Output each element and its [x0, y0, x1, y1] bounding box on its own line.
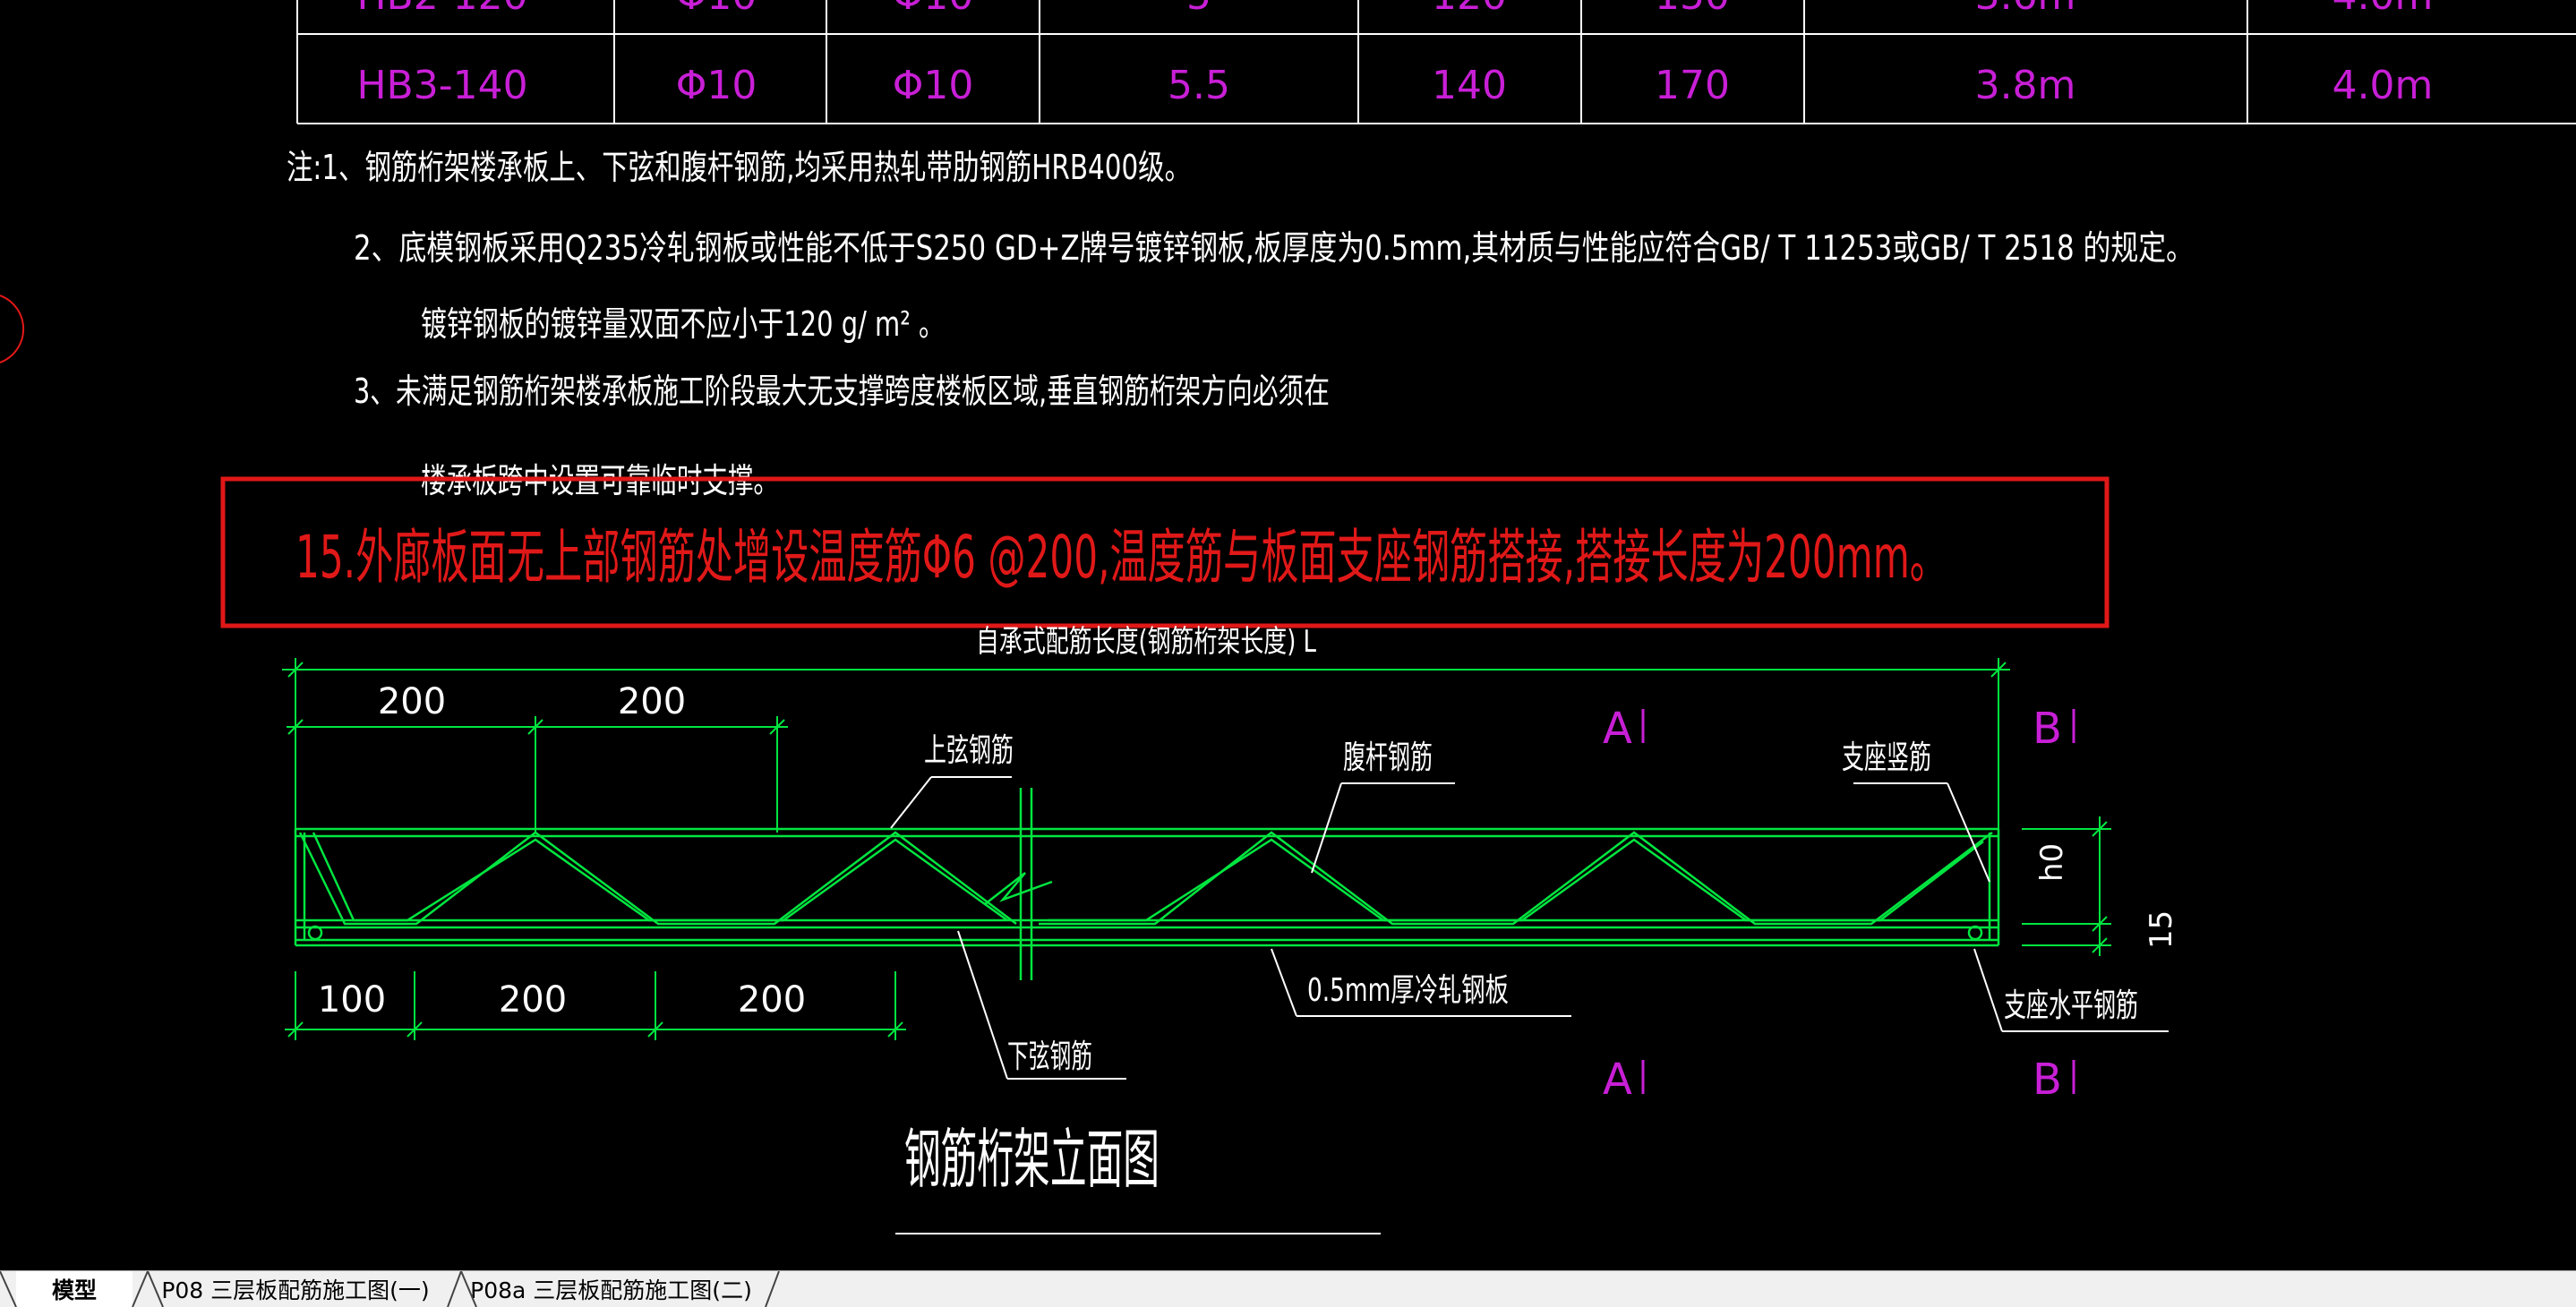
- table-cell: 4.0m: [2332, 63, 2434, 108]
- tab-p08-label: P08 三层板配筋施工图(一): [161, 1277, 430, 1303]
- tab-p08[interactable]: P08 三层板配筋施工图(一): [143, 1271, 448, 1307]
- section-marker-b-bottom: B: [2033, 1055, 2062, 1105]
- section-marker-a-top: A: [1603, 704, 1632, 754]
- section-marker-b-top: B: [2033, 704, 2062, 754]
- label-bottom-chord: 下弦钢筋: [1007, 1038, 1092, 1075]
- label-top-chord: 上弦钢筋: [924, 732, 1014, 769]
- table-cell: Φ10: [676, 0, 757, 19]
- note-1: 注:1、钢筋桁架楼承板上、下弦和腹杆钢筋,均采用热轧带肋钢筋HRB400级。: [287, 148, 1191, 187]
- drawing-title: 钢筋桁架立面图: [904, 1122, 1160, 1197]
- table-cell: 4.0m: [2332, 0, 2434, 19]
- tab-p08a-label: P08a 三层板配筋施工图(二): [470, 1277, 752, 1303]
- table-cell: 120: [1432, 0, 1507, 19]
- dimension-bottom-1: 100: [318, 979, 386, 1021]
- note-2: 2、底模钢板采用Q235冷轧钢板或性能不低于S250 GD+Z牌号镀锌钢板,板厚…: [354, 228, 2194, 268]
- right-dimension-line: [2022, 816, 2111, 956]
- table-cell: Φ10: [893, 63, 974, 108]
- highlight-note: 15.外廊板面无上部钢筋处增设温度筋Φ6 @200,温度筋与板面支座钢筋搭接,搭…: [295, 523, 1947, 592]
- table-cell: 5: [1186, 0, 1211, 19]
- table-cell: 150: [1655, 0, 1730, 19]
- partial-circle-marker: [0, 295, 24, 363]
- table-cell: HB3-140: [356, 63, 527, 108]
- table-cell: 3.8m: [1975, 63, 2076, 108]
- tab-p08a[interactable]: P08a 三层板配筋施工图(二): [457, 1271, 766, 1307]
- tab-model-label: 模型: [51, 1277, 97, 1303]
- dimension-top-1: 200: [378, 681, 446, 722]
- top-dimension-line: [282, 658, 2010, 833]
- note-3: 3、未满足钢筋桁架楼承板施工阶段最大无支撑跨度楼板区域,垂直钢筋桁架方向必须在: [354, 372, 1330, 411]
- table-cell: 170: [1655, 63, 1730, 108]
- truss-elevation: [294, 788, 2000, 980]
- tab-model[interactable]: 模型: [16, 1271, 133, 1307]
- truss-length-label: 自承式配筋长度(钢筋桁架长度) L: [976, 624, 1316, 660]
- table-cell: 140: [1432, 63, 1507, 108]
- label-15: 15: [2144, 910, 2179, 949]
- table-cell: Φ10: [676, 63, 757, 108]
- layout-tab-bar: 模型 P08 三层板配筋施工图(一) P08a 三层板配筋施工图(二): [0, 1270, 2576, 1307]
- dimension-bottom-3: 200: [738, 979, 806, 1021]
- table-cell: HB2-120: [356, 0, 527, 19]
- label-web-rebar: 腹杆钢筋: [1343, 739, 1433, 776]
- table-cell: 5.5: [1168, 63, 1230, 108]
- section-marker-a-bottom: A: [1603, 1055, 1632, 1105]
- table-cell: Φ10: [893, 0, 974, 19]
- note-2-continued: 镀锌钢板的镀锌量双面不应小于120 g/ m² 。: [421, 304, 945, 344]
- table-cell: 3.6m: [1975, 0, 2076, 19]
- dimension-bottom-2: 200: [499, 979, 567, 1021]
- label-sheet: 0.5mm厚冷轧钢板: [1307, 972, 1509, 1009]
- dimension-top-2: 200: [618, 681, 686, 722]
- label-support-vertical: 支座竖筋: [1842, 739, 1931, 776]
- label-support-horizontal: 支座水平钢筋: [2004, 987, 2138, 1024]
- label-h0: h0: [2034, 843, 2070, 882]
- cad-drawing-canvas[interactable]: HB2-120 Φ10 Φ10 5 120 150 3.6m 4.0m HB3-…: [0, 0, 2576, 1270]
